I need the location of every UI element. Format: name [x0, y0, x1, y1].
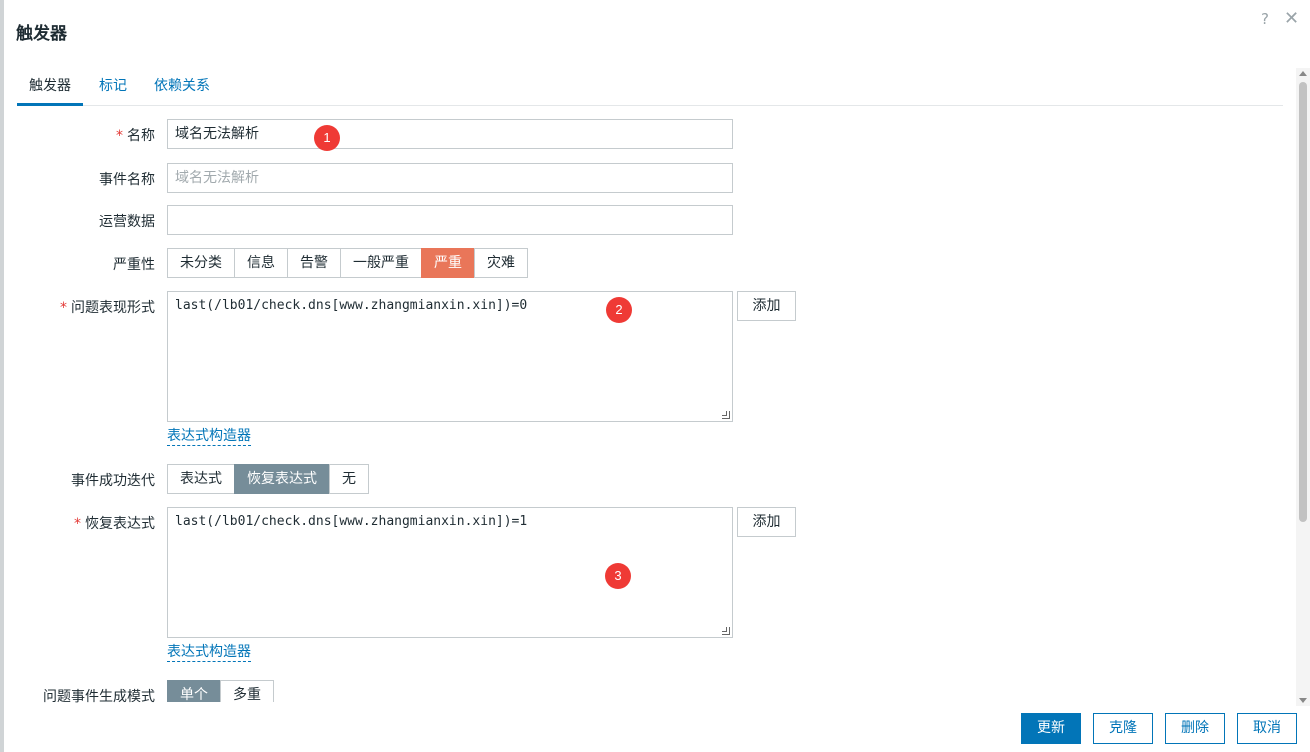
- severity-disaster[interactable]: 灾难: [474, 248, 528, 278]
- severity-warning[interactable]: 告警: [287, 248, 341, 278]
- delete-button[interactable]: 删除: [1165, 713, 1225, 744]
- ok-event-generation-selector: 表达式 恢复表达式 无: [167, 464, 369, 494]
- ok-event-expression[interactable]: 表达式: [167, 464, 235, 494]
- opdata-label: 运营数据: [99, 214, 155, 230]
- required-marker: *: [60, 300, 67, 316]
- resize-handle[interactable]: [722, 627, 730, 635]
- severity-high[interactable]: 严重: [421, 248, 475, 278]
- scroll-up-arrow-icon[interactable]: [1299, 71, 1307, 76]
- trigger-dialog: 触发器 ? ✕ 触发器 标记 依赖关系 * 名称 域名无法解析 1 事件名称 域名…: [0, 0, 1310, 752]
- tab-bar: 触发器 标记 依赖关系: [17, 76, 1283, 106]
- severity-label: 严重性: [113, 257, 155, 273]
- recovery-expression-label: * 恢复表达式: [74, 516, 155, 532]
- event-name-label: 事件名称: [99, 172, 155, 188]
- problem-expression-label: * 问题表现形式: [60, 300, 155, 316]
- annotation-badge-2: 2: [606, 297, 632, 323]
- tab-dependencies[interactable]: 依赖关系: [142, 76, 222, 106]
- recovery-expression-add-button[interactable]: 添加: [737, 507, 796, 537]
- required-marker: *: [116, 128, 123, 144]
- scrollbar[interactable]: [1296, 68, 1310, 706]
- dialog-title: 触发器: [16, 24, 67, 44]
- annotation-badge-1: 1: [314, 125, 340, 151]
- recovery-expression-text: last(/lb01/check.dns[www.zhangmianxin.xi…: [175, 514, 528, 529]
- problem-expression-textarea[interactable]: last(/lb01/check.dns[www.zhangmianxin.xi…: [167, 291, 733, 422]
- ok-event-recovery-expression[interactable]: 恢复表达式: [234, 464, 330, 494]
- problem-event-mode-label: 问题事件生成模式: [43, 689, 155, 705]
- help-icon[interactable]: ?: [1261, 9, 1269, 29]
- opdata-input[interactable]: [167, 205, 733, 235]
- cancel-button[interactable]: 取消: [1237, 713, 1297, 744]
- clone-button[interactable]: 克隆: [1093, 713, 1153, 744]
- name-label: * 名称: [116, 128, 155, 144]
- event-name-input[interactable]: 域名无法解析: [167, 163, 733, 193]
- recovery-expression-textarea[interactable]: last(/lb01/check.dns[www.zhangmianxin.xi…: [167, 507, 733, 638]
- problem-expression-add-button[interactable]: 添加: [737, 291, 796, 321]
- recovery-expression-builder-link[interactable]: 表达式构造器: [167, 644, 251, 662]
- problem-expression-builder-link[interactable]: 表达式构造器: [167, 428, 251, 446]
- severity-information[interactable]: 信息: [234, 248, 288, 278]
- tab-trigger[interactable]: 触发器: [17, 76, 83, 106]
- severity-selector: 未分类 信息 告警 一般严重 严重 灾难: [167, 248, 528, 278]
- problem-expression-text: last(/lb01/check.dns[www.zhangmianxin.xi…: [175, 298, 528, 313]
- severity-average[interactable]: 一般严重: [340, 248, 422, 278]
- problem-event-single[interactable]: 单个: [167, 680, 221, 702]
- name-input[interactable]: 域名无法解析: [167, 119, 733, 149]
- resize-handle[interactable]: [722, 411, 730, 419]
- tab-tags[interactable]: 标记: [87, 76, 139, 106]
- scroll-down-arrow-icon[interactable]: [1299, 698, 1307, 703]
- problem-event-mode-selector: 单个 多重: [167, 680, 274, 702]
- severity-not-classified[interactable]: 未分类: [167, 248, 235, 278]
- close-icon[interactable]: ✕: [1284, 9, 1299, 29]
- annotation-badge-3: 3: [605, 563, 631, 589]
- required-marker: *: [74, 516, 81, 532]
- update-button[interactable]: 更新: [1021, 713, 1081, 744]
- background-strip: [0, 0, 4, 752]
- ok-event-none[interactable]: 无: [329, 464, 369, 494]
- problem-event-multiple[interactable]: 多重: [220, 680, 274, 702]
- ok-event-generation-label: 事件成功迭代: [71, 473, 155, 489]
- scrollbar-thumb[interactable]: [1299, 82, 1307, 522]
